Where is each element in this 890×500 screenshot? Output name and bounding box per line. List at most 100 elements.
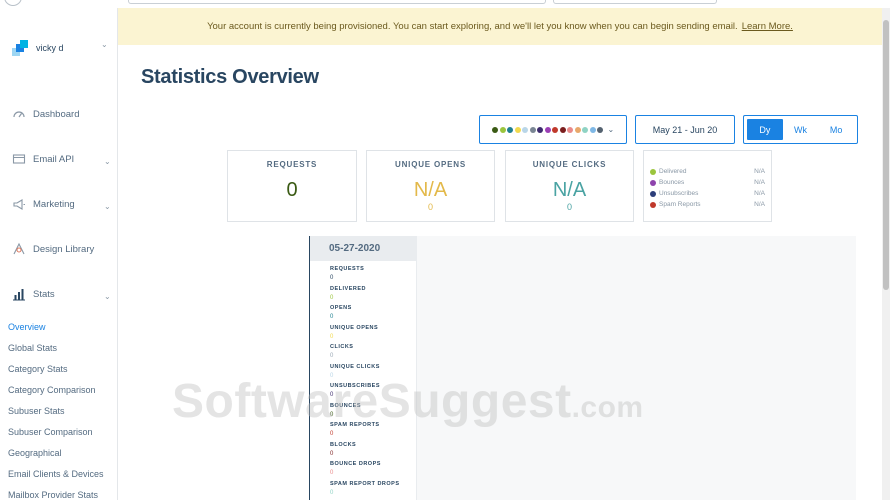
- tooltip-item: SPAM REPORT DROPS 0: [310, 480, 416, 500]
- sidebar-item-stats[interactable]: Stats: [12, 284, 112, 304]
- chevron-down-icon[interactable]: ⌄: [101, 40, 108, 49]
- tooltip-item-value: 0: [330, 489, 334, 496]
- card-value: 0: [286, 179, 298, 201]
- legend-value: N/A: [754, 201, 765, 208]
- email-api-icon: [12, 152, 26, 166]
- sidebar-sub-subuser-stats[interactable]: Subuser Stats: [8, 406, 65, 416]
- legend-row-bounces: Bounces N/A: [650, 177, 765, 188]
- chart-tooltip: 05-27-2020 REQUESTS 0 DELIVERED 0 OPENS 0 UNIQ…: [310, 236, 417, 500]
- color-dot: [492, 126, 498, 133]
- tooltip-item-value: 0: [330, 431, 334, 437]
- megaphone-icon: [12, 197, 26, 211]
- chevron-down-icon[interactable]: ⌄: [104, 157, 111, 166]
- tooltip-item-value: 0: [330, 333, 334, 340]
- range-week-button[interactable]: Wk: [783, 119, 819, 140]
- legend-name: Delivered: [659, 168, 687, 175]
- sidebar-sub-geographical[interactable]: Geographical: [8, 448, 62, 458]
- legend-dot: [650, 201, 656, 208]
- tooltip-item-label: DELIVERED: [330, 285, 366, 292]
- user-menu[interactable]: vicky d: [12, 38, 112, 58]
- design-library-icon: [12, 242, 26, 256]
- legend-dot: [650, 190, 656, 197]
- color-dot: [529, 126, 536, 133]
- legend-row-delivered: Delivered N/A: [650, 166, 765, 177]
- sidebar-item-label: Marketing: [33, 198, 75, 210]
- tooltip-item-label: BLOCKS: [330, 441, 357, 448]
- legend-card: Delivered N/A Bounces N/A Unsubscribes N…: [643, 150, 772, 222]
- range-day-button[interactable]: Dy: [747, 119, 783, 140]
- legend-row-unsubscribes: Unsubscribes N/A: [650, 188, 765, 199]
- tooltip-item: DELIVERED 0: [310, 285, 416, 305]
- tooltip-item: REQUESTS 0: [310, 265, 416, 285]
- card-label: UNIQUE CLICKS: [532, 160, 607, 169]
- tooltip-item-label: REQUESTS: [330, 266, 365, 272]
- scrollbar[interactable]: [882, 8, 890, 500]
- range-month-button[interactable]: Mo: [818, 119, 854, 140]
- card-label: REQUESTS: [266, 160, 318, 169]
- tooltip-item: BOUNCE DROPS 0: [310, 460, 416, 480]
- tooltip-item-label: UNIQUE OPENS: [330, 324, 379, 331]
- sidebar-item-design-library[interactable]: Design Library: [12, 239, 112, 259]
- range-toggle: Dy Wk Mo: [743, 115, 858, 144]
- search-input[interactable]: [128, 0, 546, 4]
- color-dot: [522, 126, 528, 133]
- sendgrid-logo-icon: [12, 40, 28, 56]
- legend-name: Spam Reports: [659, 201, 701, 208]
- sidebar-sub-email-clients[interactable]: Email Clients & Devices: [8, 469, 104, 479]
- banner-message: Your account is currently being provisio…: [207, 21, 738, 32]
- sidebar-sub-category-comparison[interactable]: Category Comparison: [8, 385, 96, 395]
- legend-name: Bounces: [659, 179, 685, 186]
- sidebar-sub-subuser-comparison[interactable]: Subuser Comparison: [8, 427, 93, 437]
- tooltip-item: BLOCKS 0: [310, 441, 416, 461]
- category-color-select[interactable]: ⌄: [479, 115, 627, 144]
- sidebar-item-label: Design Library: [33, 243, 95, 255]
- chevron-down-icon[interactable]: ⌄: [104, 202, 111, 211]
- sidebar-item-label: Stats: [33, 288, 55, 300]
- sidebar-item-dashboard[interactable]: Dashboard: [12, 104, 112, 124]
- legend-value: N/A: [754, 179, 765, 186]
- sidebar-item-email-api[interactable]: Email API: [12, 149, 112, 169]
- sidebar-sub-global-stats[interactable]: Global Stats: [8, 343, 57, 353]
- legend-value: N/A: [754, 190, 765, 197]
- tooltip-item-label: SPAM REPORT DROPS: [330, 480, 400, 487]
- tooltip-item: OPENS 0: [310, 304, 416, 324]
- color-dot: [544, 126, 551, 133]
- tooltip-item-value: 0: [330, 470, 334, 476]
- color-dot: [514, 126, 521, 133]
- sidebar-sub-mailbox-provider[interactable]: Mailbox Provider Stats: [8, 490, 98, 500]
- sidebar-item-marketing[interactable]: Marketing: [12, 194, 112, 214]
- help-icon[interactable]: [4, 0, 22, 6]
- unique-opens-card: UNIQUE OPENS N/A 0: [366, 150, 495, 222]
- requests-card: REQUESTS 0: [227, 150, 357, 222]
- date-range-picker[interactable]: May 21 - Jun 20: [635, 115, 735, 144]
- color-dot: [507, 126, 513, 133]
- sidebar-sub-category-stats[interactable]: Category Stats: [8, 364, 68, 374]
- tooltip-item-value: 0: [330, 314, 334, 320]
- legend-dot: [650, 168, 656, 175]
- legend-name: Unsubscribes: [659, 190, 699, 197]
- provisioning-banner: Your account is currently being provisio…: [118, 8, 882, 45]
- card-sub-value: 0: [427, 202, 433, 212]
- chevron-down-icon[interactable]: ⌄: [104, 292, 111, 301]
- legend-dot: [650, 179, 656, 186]
- color-dot: [552, 126, 558, 133]
- tooltip-item-value: 0: [330, 450, 334, 457]
- watermark-text: SoftwareSuggest: [172, 375, 572, 428]
- sidebar-item-label: Email API: [33, 153, 75, 165]
- card-label: UNIQUE OPENS: [395, 160, 466, 169]
- category-color-dots: [492, 126, 605, 133]
- color-dot: [499, 126, 506, 133]
- top-strip: [0, 0, 890, 8]
- scroll-thumb[interactable]: [883, 20, 889, 290]
- color-dot: [559, 126, 566, 133]
- sidebar-sub-overview[interactable]: Overview: [8, 322, 46, 332]
- watermark: SoftwareSuggest.com: [172, 374, 644, 429]
- tooltip-item-label: OPENS: [330, 305, 352, 311]
- tooltip-item-value: 0: [330, 353, 334, 359]
- filter-input[interactable]: [553, 0, 717, 4]
- tooltip-item-label: UNIQUE CLICKS: [330, 363, 380, 370]
- learn-more-link[interactable]: Learn More.: [742, 21, 793, 32]
- color-dot: [582, 126, 588, 133]
- tooltip-item: CLICKS 0: [310, 343, 416, 363]
- sidebar: vicky d ⌄ Dashboard Email API ⌄ Marketin…: [0, 8, 118, 500]
